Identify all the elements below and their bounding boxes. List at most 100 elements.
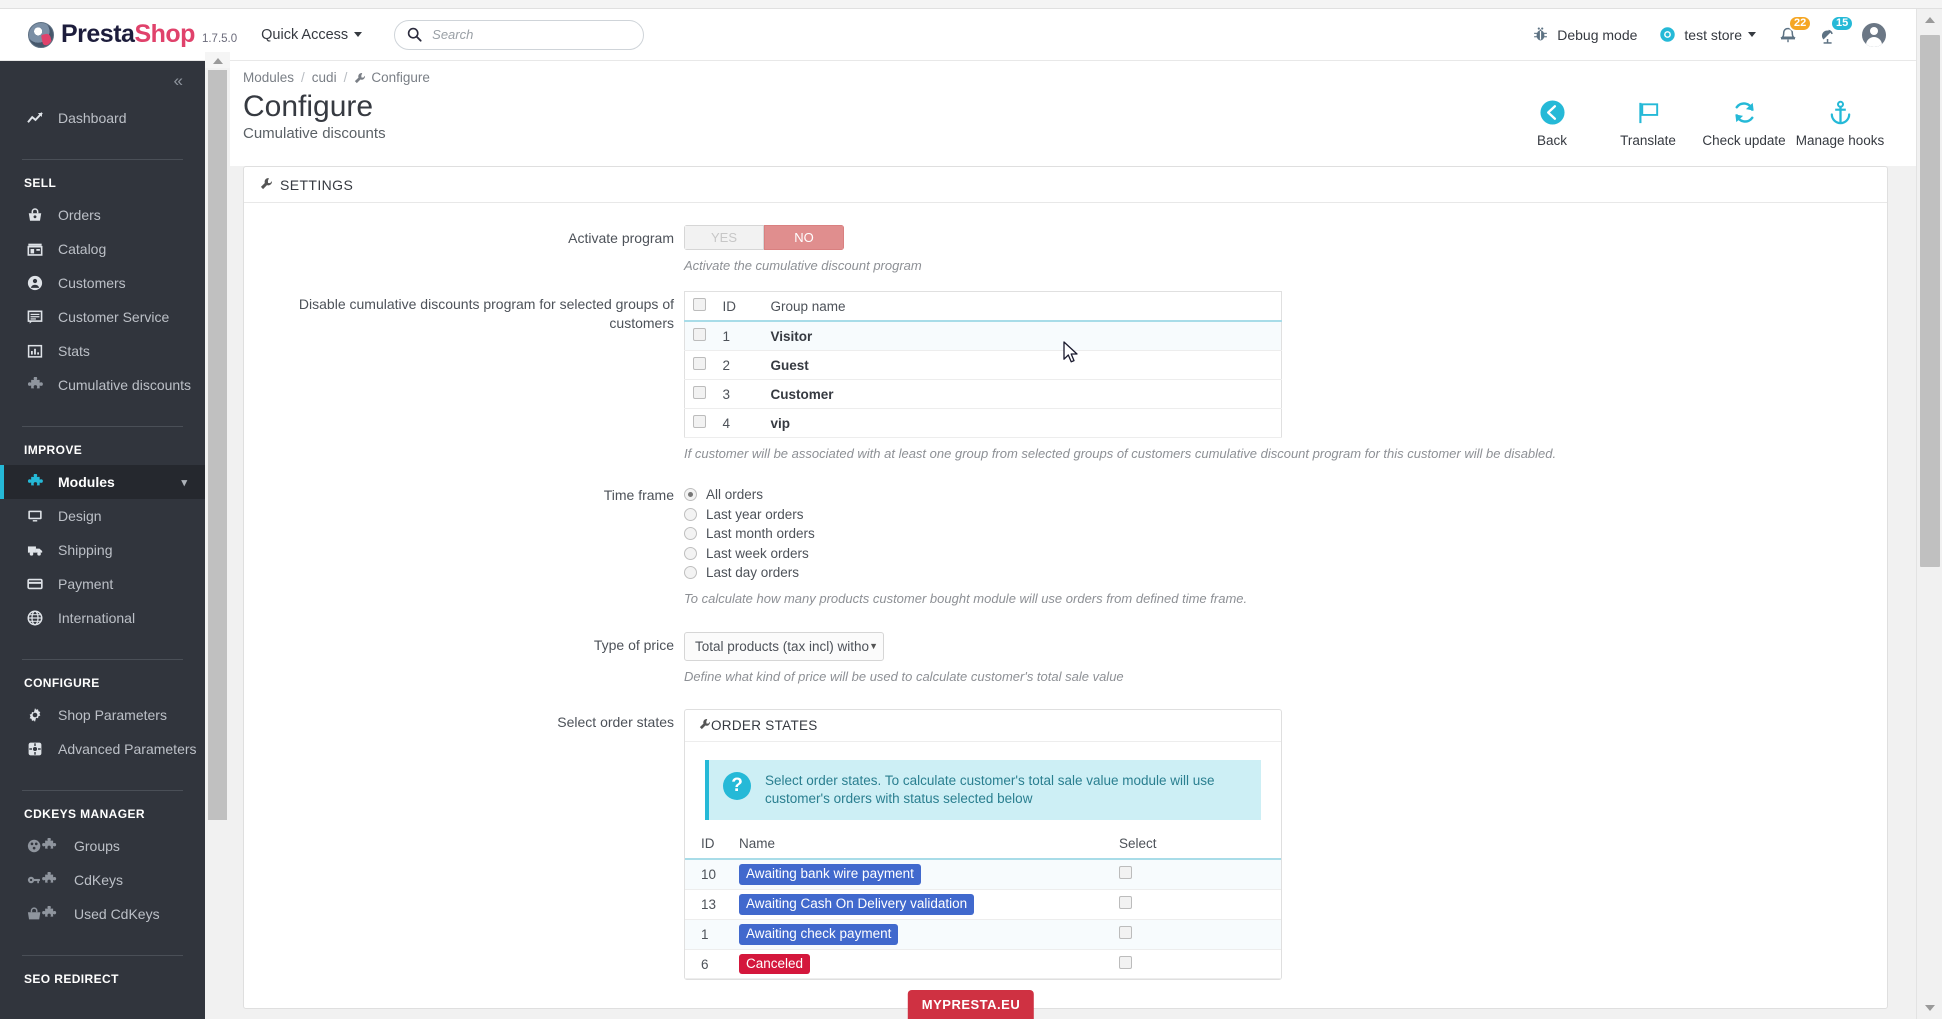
table-row[interactable]: 4 vip bbox=[684, 409, 1282, 438]
select-all-groups-checkbox[interactable] bbox=[693, 298, 706, 311]
activate-program-toggle[interactable]: YES NO bbox=[684, 225, 844, 250]
puzzle-piece-icon bbox=[24, 376, 46, 394]
radio-last-month-orders[interactable] bbox=[684, 527, 697, 541]
orders-notifications[interactable]: 15 bbox=[1820, 14, 1855, 45]
row-checkbox-cell bbox=[685, 321, 715, 351]
check-update-button-label: Check update bbox=[1702, 133, 1786, 148]
search-box[interactable] bbox=[394, 19, 645, 50]
table-row[interactable]: 1 Visitor bbox=[684, 321, 1282, 351]
sidebar-item-dashboard[interactable]: Dashboard bbox=[0, 101, 205, 135]
page-title: Configure bbox=[243, 90, 374, 123]
sidebar-item-shipping[interactable]: Shipping bbox=[0, 533, 205, 567]
sidebar-item-design[interactable]: Design bbox=[0, 499, 205, 533]
sidebar-item-international[interactable]: International bbox=[0, 601, 205, 635]
group-row-checkbox[interactable] bbox=[693, 386, 706, 399]
group-row-checkbox[interactable] bbox=[693, 328, 706, 341]
browser-scrollbar-thumb[interactable] bbox=[1920, 35, 1940, 567]
os-col-select: Select bbox=[1111, 831, 1281, 860]
sidebar-item-shop-parameters[interactable]: Shop Parameters bbox=[0, 698, 205, 732]
sidebar-item-catalog[interactable]: Catalog bbox=[0, 232, 205, 266]
activate-yes-option[interactable]: YES bbox=[684, 225, 764, 250]
breadcrumb-separator: / bbox=[343, 70, 348, 85]
back-button[interactable]: Back bbox=[1504, 97, 1600, 148]
radio-last-year-orders[interactable] bbox=[684, 507, 697, 521]
employee-account-menu[interactable] bbox=[1862, 22, 1886, 47]
order-state-checkbox[interactable] bbox=[1119, 926, 1132, 940]
group-name: vip bbox=[770, 415, 791, 431]
table-row[interactable]: 10 Awaiting bank wire payment bbox=[685, 858, 1281, 890]
sidebar-item-cumulative-discounts[interactable]: Cumulative discounts bbox=[0, 368, 205, 402]
status-badge: Awaiting Cash On Delivery validation bbox=[739, 893, 975, 915]
groups-col-name: Group name bbox=[762, 291, 1282, 322]
time-frame-option-last-month[interactable]: Last month orders bbox=[684, 524, 1887, 544]
time-frame-option-last-day[interactable]: Last day orders bbox=[684, 563, 1887, 583]
sidebar-scrollbar-thumb[interactable] bbox=[208, 70, 227, 820]
sidebar-item-label: Modules bbox=[58, 474, 115, 490]
quick-access-menu[interactable]: Quick Access bbox=[261, 27, 363, 43]
browser-top-strip bbox=[0, 0, 1942, 9]
browser-vertical-scrollbar[interactable] bbox=[1916, 9, 1942, 1019]
credit-card-icon bbox=[24, 576, 46, 592]
os-id: 13 bbox=[701, 896, 717, 912]
activate-no-option[interactable]: NO bbox=[764, 225, 844, 250]
prestashop-logo[interactable]: PrestaShop 1.7.5.0 bbox=[28, 20, 237, 49]
flag-icon bbox=[1635, 97, 1662, 127]
back-button-label: Back bbox=[1536, 133, 1567, 148]
shop-name-label: test store bbox=[1684, 26, 1742, 43]
basket-puzzle-icon bbox=[24, 906, 62, 922]
sidebar-item-label: Shop Parameters bbox=[58, 707, 167, 723]
breadcrumb-item-modules[interactable]: Modules bbox=[243, 70, 294, 85]
time-frame-option-last-week[interactable]: Last week orders bbox=[684, 544, 1887, 564]
scroll-up-arrow-icon[interactable] bbox=[1917, 9, 1942, 31]
sidebar-item-cdkeys[interactable]: CdKeys bbox=[0, 863, 205, 897]
table-row[interactable]: 13 Awaiting Cash On Delivery validation bbox=[685, 889, 1281, 920]
debug-mode-indicator[interactable]: Debug mode bbox=[1532, 26, 1637, 43]
radio-last-week-orders[interactable] bbox=[684, 546, 697, 560]
radio-last-day-orders[interactable] bbox=[684, 566, 697, 580]
mypresta-badge[interactable]: MYPRESTA.EU bbox=[907, 990, 1035, 1019]
scroll-down-arrow-icon[interactable] bbox=[1917, 997, 1942, 1019]
table-row[interactable]: 6 Canceled bbox=[685, 949, 1281, 979]
sidebar-item-customer-service[interactable]: Customer Service bbox=[0, 300, 205, 334]
order-state-checkbox[interactable] bbox=[1119, 896, 1132, 910]
order-state-checkbox[interactable] bbox=[1119, 866, 1132, 880]
check-update-button[interactable]: Check update bbox=[1696, 97, 1792, 148]
groups-table: ID Group name 1 Visitor 2 Guest 3 Custom… bbox=[684, 291, 1282, 438]
time-frame-option-all-orders[interactable]: All orders bbox=[684, 485, 1887, 505]
sidebar-item-stats[interactable]: Stats bbox=[0, 334, 205, 368]
translate-button[interactable]: Translate bbox=[1600, 97, 1696, 148]
radio-all-orders[interactable] bbox=[684, 488, 697, 502]
sidebar-item-label: CdKeys bbox=[74, 872, 124, 888]
sidebar-item-customers[interactable]: Customers bbox=[0, 266, 205, 300]
row-checkbox-cell bbox=[685, 351, 715, 380]
group-row-checkbox[interactable] bbox=[693, 415, 706, 428]
sidebar-item-payment[interactable]: Payment bbox=[0, 567, 205, 601]
table-row[interactable]: 3 Customer bbox=[684, 380, 1282, 409]
sidebar-item-orders[interactable]: Orders bbox=[0, 198, 205, 232]
order-state-checkbox[interactable] bbox=[1119, 956, 1132, 969]
breadcrumb-item-cudi[interactable]: cudi bbox=[312, 70, 337, 85]
sidebar-scroll-up-arrow-icon[interactable] bbox=[205, 52, 230, 68]
sidebar-item-groups[interactable]: Groups bbox=[0, 829, 205, 863]
search-input[interactable] bbox=[432, 27, 623, 42]
type-of-price-row: Type of price Total products (tax incl) … bbox=[244, 631, 1887, 684]
sidebar-collapse-button[interactable]: « bbox=[0, 61, 205, 101]
app-header: PrestaShop 1.7.5.0 Quick Access Search D… bbox=[0, 9, 1916, 61]
settings-panel: SETTINGS Activate program YES NO Activat… bbox=[243, 166, 1888, 1010]
time-frame-option-last-year[interactable]: Last year orders bbox=[684, 505, 1887, 525]
group-row-checkbox[interactable] bbox=[693, 357, 706, 370]
manage-hooks-button[interactable]: Manage hooks bbox=[1792, 97, 1888, 148]
table-row[interactable]: 1 Awaiting check payment bbox=[685, 919, 1281, 950]
sidebar-item-label: International bbox=[58, 610, 136, 626]
sidebar-item-label: Design bbox=[58, 508, 102, 524]
table-row[interactable]: 2 Guest bbox=[684, 351, 1282, 380]
sidebar-item-used-cdkeys[interactable]: Used CdKeys bbox=[0, 897, 205, 931]
notifications-bell[interactable]: 22 bbox=[1778, 14, 1813, 45]
sidebar-item-modules[interactable]: Modules ▾ bbox=[0, 465, 205, 499]
sidebar-scrollbar[interactable] bbox=[205, 52, 230, 1019]
type-of-price-select[interactable]: Total products (tax incl) witho ▼ bbox=[684, 631, 884, 661]
activate-program-hint: Activate the cumulative discount program bbox=[684, 258, 922, 273]
shop-selector[interactable]: test store bbox=[1659, 26, 1756, 43]
groups-select-all-cell bbox=[684, 291, 715, 322]
sidebar-item-advanced-parameters[interactable]: Advanced Parameters bbox=[0, 732, 205, 766]
